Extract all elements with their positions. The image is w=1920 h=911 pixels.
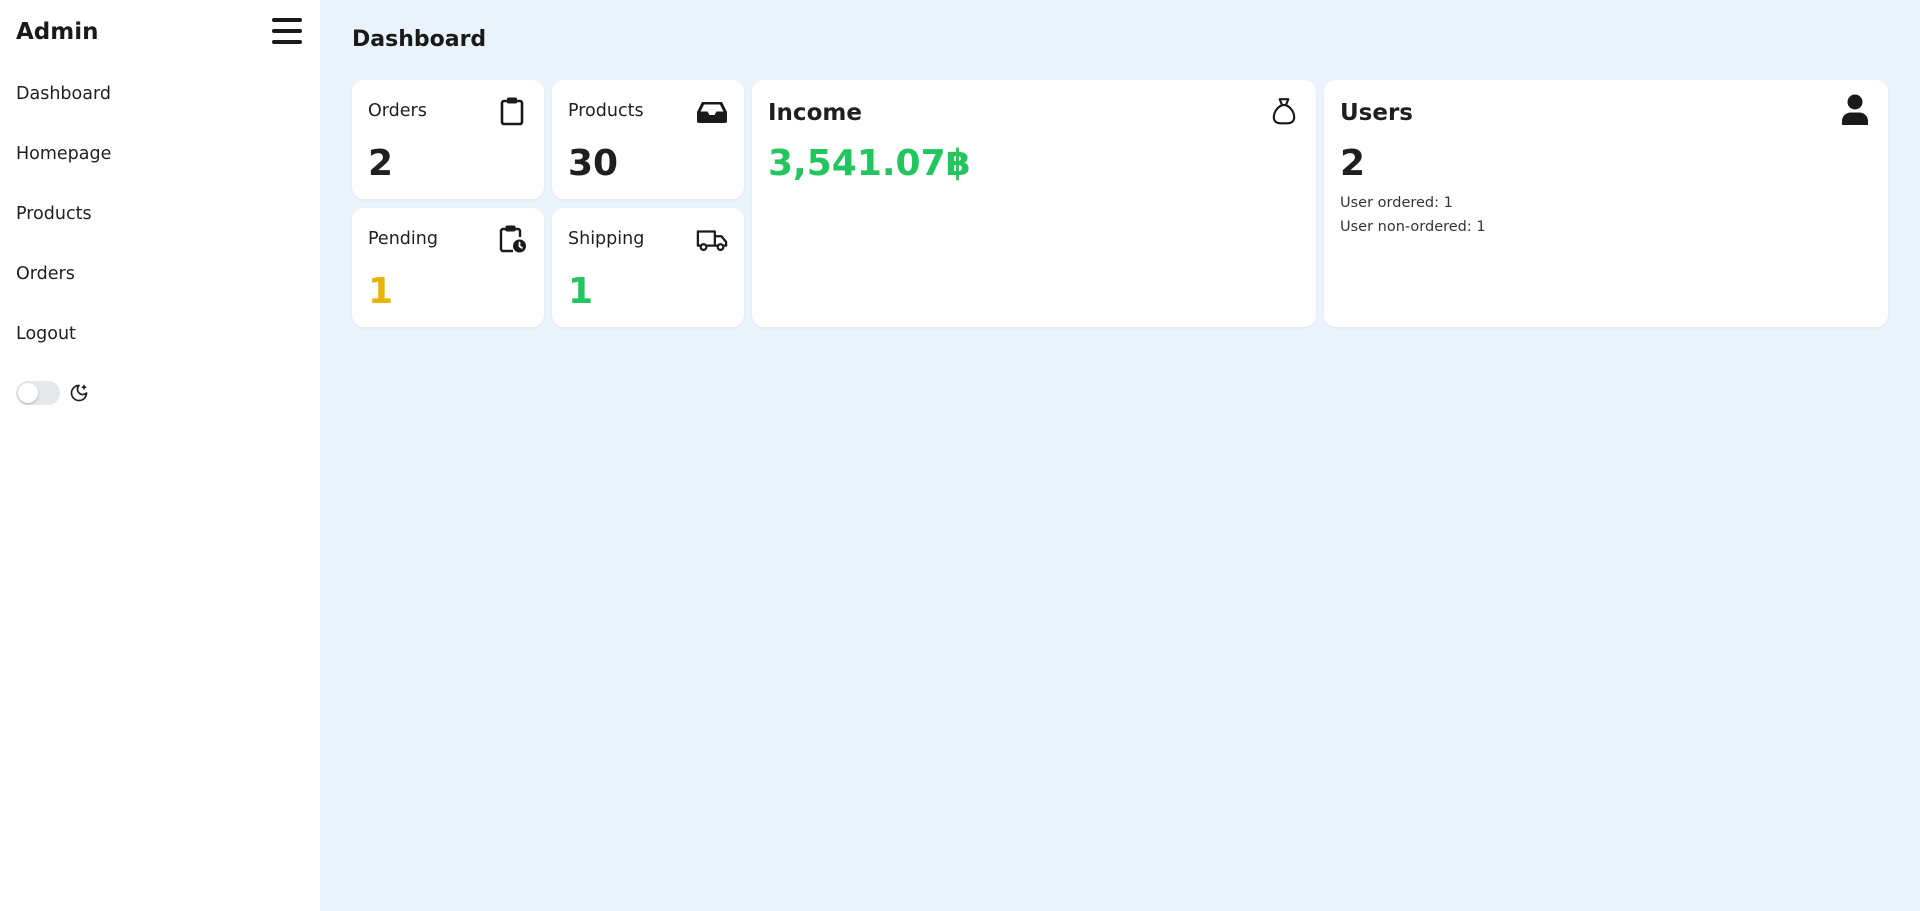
- users-label: Users: [1340, 100, 1413, 126]
- sidebar-nav: Dashboard Homepage Products Orders Logou…: [16, 80, 111, 380]
- users-card: Users 2 User ordered: 1 User non-ordered…: [1324, 80, 1888, 327]
- users-ordered-text: User ordered: 1: [1340, 195, 1453, 211]
- menu-icon[interactable]: [272, 18, 302, 46]
- dark-mode-toggle[interactable]: [16, 381, 60, 405]
- sidebar-item-dashboard[interactable]: Dashboard: [16, 80, 111, 140]
- truck-icon: [696, 230, 728, 252]
- sidebar-item-homepage[interactable]: Homepage: [16, 140, 111, 200]
- page-title: Dashboard: [352, 27, 487, 52]
- inbox-tray-icon: [697, 102, 727, 123]
- clipboard-icon: [500, 97, 524, 126]
- user-icon: [1842, 94, 1868, 125]
- products-card: Products 30: [552, 80, 744, 199]
- users-non-ordered-text: User non-ordered: 1: [1340, 219, 1486, 235]
- shipping-card: Shipping 1: [552, 208, 744, 327]
- theme-switcher: [16, 381, 89, 405]
- orders-card: Orders 2: [352, 80, 544, 199]
- sidebar-item-orders[interactable]: Orders: [16, 260, 111, 320]
- products-label: Products: [568, 101, 644, 121]
- money-bag-icon: [1272, 98, 1296, 125]
- shipping-label: Shipping: [568, 229, 645, 249]
- sidebar: Admin Dashboard Homepage Products Orders…: [0, 0, 320, 911]
- moon-stars-icon: [70, 384, 88, 402]
- sidebar-item-products[interactable]: Products: [16, 200, 111, 260]
- brand-title: Admin: [16, 19, 99, 45]
- clipboard-clock-icon: [499, 225, 526, 253]
- sidebar-item-logout[interactable]: Logout: [16, 320, 111, 380]
- orders-value: 2: [368, 143, 394, 184]
- pending-card: Pending 1: [352, 208, 544, 327]
- income-label: Income: [768, 100, 862, 126]
- shipping-value: 1: [568, 271, 594, 312]
- income-card: Income 3,541.07฿: [752, 80, 1316, 327]
- products-value: 30: [568, 143, 619, 184]
- income-value: 3,541.07฿: [768, 143, 971, 184]
- pending-value: 1: [368, 271, 394, 312]
- orders-label: Orders: [368, 101, 427, 121]
- toggle-knob: [18, 383, 38, 403]
- users-value: 2: [1340, 143, 1366, 184]
- pending-label: Pending: [368, 229, 438, 249]
